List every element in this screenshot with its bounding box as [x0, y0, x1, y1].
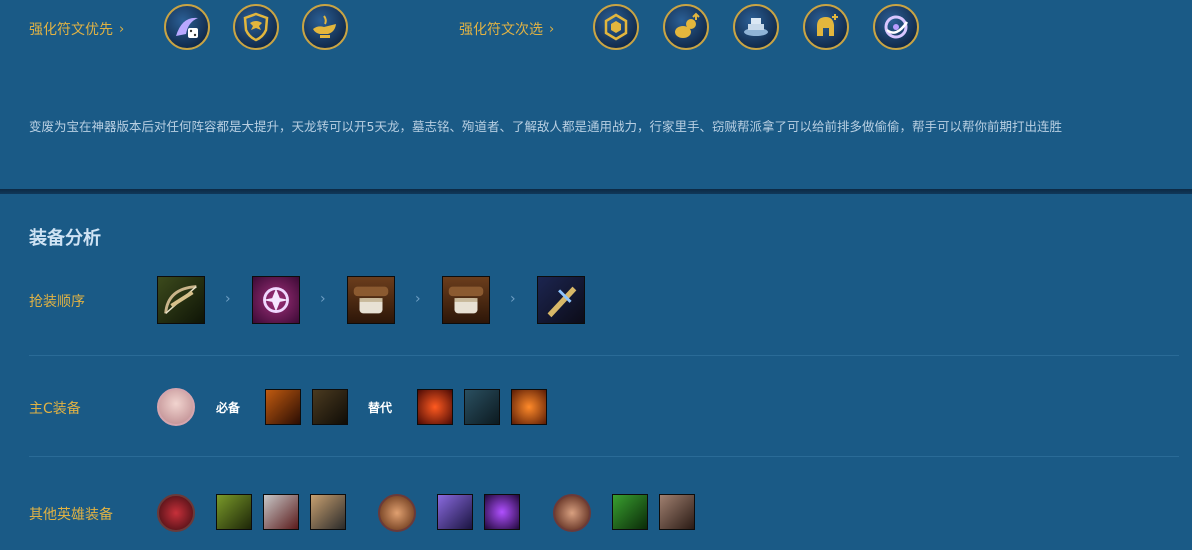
fire-orb-item-icon[interactable]	[417, 389, 453, 425]
rune-alternative-text: 强化符文次选	[459, 22, 543, 38]
dragon-shield-rune-icon[interactable]	[233, 4, 279, 50]
chevron-right-icon: ›	[510, 291, 516, 307]
chevron-right-icon: ›	[415, 291, 421, 307]
hexagon-rune-icon[interactable]	[593, 4, 639, 50]
chevron-right-icon: ›	[225, 291, 231, 307]
golden-blade-item-icon[interactable]	[537, 276, 585, 324]
rune-priority-text: 强化符文优先	[29, 22, 113, 38]
money-bag-rune-icon[interactable]	[663, 4, 709, 50]
trident-item-icon[interactable]	[511, 389, 547, 425]
chevron-right-icon: ›	[119, 21, 125, 37]
row-separator	[29, 456, 1179, 457]
item-icon[interactable]	[484, 494, 520, 530]
equipment-title: 装备分析	[29, 228, 101, 249]
gauntlet-item-icon[interactable]	[442, 276, 490, 324]
chevron-right-icon: ›	[549, 21, 555, 37]
rune-priority-label[interactable]: 强化符文优先 ›	[29, 19, 124, 39]
item-icon[interactable]	[612, 494, 648, 530]
order-label: 抢装顺序	[29, 294, 85, 310]
champion-avatar[interactable]	[157, 494, 195, 532]
item-icon[interactable]	[659, 494, 695, 530]
anvil-rune-icon[interactable]	[733, 4, 779, 50]
rune-description: 变废为宝在神器版本后对任何阵容都是大提升，天龙转可以开5天龙，墓志铭、殉道者、了…	[29, 119, 1062, 134]
rune-alternative-label[interactable]: 强化符文次选 ›	[459, 19, 554, 39]
item-icon[interactable]	[216, 494, 252, 530]
dice-rune-icon[interactable]	[164, 4, 210, 50]
item-icon[interactable]	[310, 494, 346, 530]
row-separator	[29, 355, 1179, 356]
chevron-right-icon: ›	[320, 291, 326, 307]
blade-item-icon[interactable]	[312, 389, 348, 425]
purple-amulet-item-icon[interactable]	[252, 276, 300, 324]
champion-avatar[interactable]	[157, 388, 195, 426]
helmet-plus-rune-icon[interactable]	[803, 4, 849, 50]
bow-item-icon[interactable]	[157, 276, 205, 324]
lamp-rune-icon[interactable]	[302, 4, 348, 50]
gauntlet-item-icon[interactable]	[347, 276, 395, 324]
item-icon[interactable]	[263, 494, 299, 530]
champion-avatar[interactable]	[378, 494, 416, 532]
flame-item-icon[interactable]	[265, 389, 301, 425]
item-icon[interactable]	[437, 494, 473, 530]
required-tag: 必备	[216, 401, 241, 415]
alternative-tag: 替代	[368, 401, 393, 415]
other-heroes-label: 其他英雄装备	[29, 507, 113, 523]
spiral-rune-icon[interactable]	[873, 4, 919, 50]
champion-avatar[interactable]	[553, 494, 591, 532]
claw-item-icon[interactable]	[464, 389, 500, 425]
main-carry-label: 主C装备	[29, 401, 81, 417]
